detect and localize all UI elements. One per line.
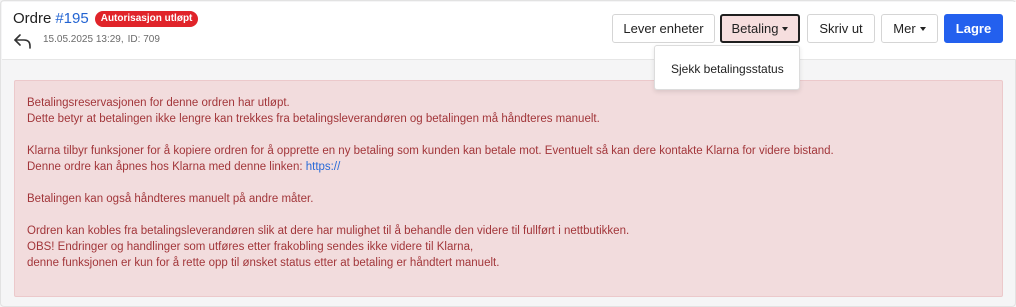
alert-line: Betalingsreservasjonen for denne ordren …	[27, 97, 290, 109]
alert-line: denne funksjonen er kun for å rette opp …	[27, 257, 500, 269]
alert-line: OBS! Endringer og handlinger som utføres…	[27, 241, 474, 253]
payment-dropdown-button[interactable]: Betaling	[720, 14, 800, 43]
caret-down-icon	[919, 26, 926, 31]
order-title-row: Ordre #195 Autorisasjon utløpt	[13, 10, 199, 27]
order-number: #195	[55, 10, 89, 27]
deliver-units-label: Lever enheter	[623, 21, 704, 36]
print-label: Skriv ut	[819, 21, 863, 36]
status-badge: Autorisasjon utløpt	[94, 10, 199, 27]
more-label: Mer	[893, 21, 916, 36]
alert-link-text: Denne ordre kan åpnes hos Klarna med den…	[27, 161, 303, 173]
alert-line: Klarna tilbyr funksjoner for å kopiere o…	[27, 145, 834, 157]
payment-label: Betaling	[731, 21, 779, 36]
back-arrow-icon[interactable]	[13, 32, 33, 50]
payment-dropdown-menu: Sjekk betalingsstatus	[654, 45, 800, 90]
save-button[interactable]: Lagre	[944, 14, 1003, 43]
alert-line: Betalingen kan også håndteres manuelt på…	[27, 193, 314, 205]
order-meta: 15.05.2025 13:29, ID: 709	[43, 34, 160, 45]
alert-line: Ordren kan kobles fra betalingsleverandø…	[27, 225, 630, 237]
page-title: Ordre	[13, 10, 52, 27]
save-label: Lagre	[955, 21, 992, 36]
order-page: Ordre #195 Autorisasjon utløpt 15.05.202…	[0, 0, 1016, 307]
order-date: 15.05.2025 13:29,	[43, 34, 124, 45]
caret-down-icon	[782, 26, 789, 31]
alert-line-with-link: Denne ordre kan åpnes hos Klarna med den…	[27, 159, 990, 175]
order-id: ID: 709	[127, 34, 160, 45]
check-payment-status-item[interactable]: Sjekk betalingsstatus	[671, 62, 784, 76]
deliver-units-button[interactable]: Lever enheter	[612, 14, 715, 43]
klarna-link[interactable]: https://	[306, 161, 341, 173]
alert-line: Dette betyr at betalingen ikke lengre ka…	[27, 113, 600, 125]
more-dropdown-button[interactable]: Mer	[881, 14, 938, 43]
payment-expired-alert: Betalingsreservasjonen for denne ordren …	[14, 80, 1003, 297]
print-button[interactable]: Skriv ut	[807, 14, 875, 43]
